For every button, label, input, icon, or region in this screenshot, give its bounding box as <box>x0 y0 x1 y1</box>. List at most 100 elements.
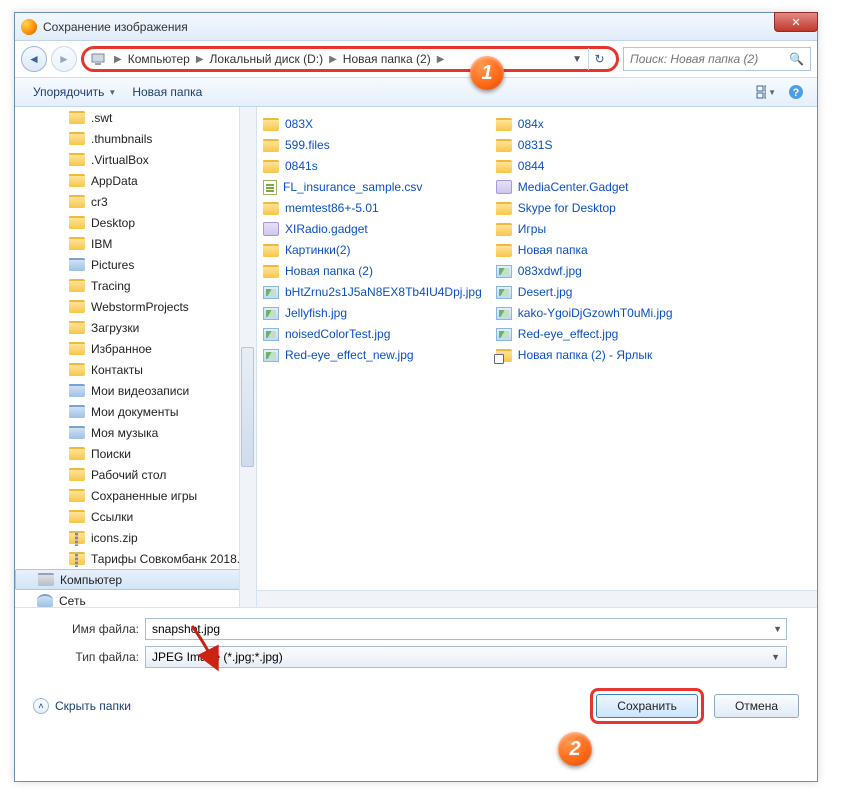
file-item[interactable]: Red-eye_effect.jpg <box>494 325 675 343</box>
filename-label: Имя файла: <box>45 622 145 636</box>
tree-item-label: Tracing <box>91 279 131 293</box>
tree-item[interactable]: icons.zip <box>15 527 256 548</box>
filename-input[interactable]: snapshot.jpg ▼ <box>145 618 787 640</box>
chevron-down-icon[interactable]: ▼ <box>773 624 782 634</box>
folder-icon <box>69 174 85 187</box>
file-item[interactable]: Новая папка (2) - Ярлык <box>494 346 675 364</box>
file-item-label: noisedColorTest.jpg <box>285 327 390 341</box>
forward-button[interactable]: ► <box>51 46 77 72</box>
tree-item[interactable]: AppData <box>15 170 256 191</box>
refresh-button[interactable]: ↻ <box>588 48 610 70</box>
tree-item-label: .VirtualBox <box>91 153 149 167</box>
address-bar[interactable]: ▶ Компьютер ▶ Локальный диск (D:) ▶ Нова… <box>81 46 619 72</box>
tree-item[interactable]: Сеть <box>15 590 256 607</box>
tree-item[interactable]: Загрузки <box>15 317 256 338</box>
tree-item-label: IBM <box>91 237 112 251</box>
lib-icon <box>69 384 85 397</box>
file-item[interactable]: 0844 <box>494 157 675 175</box>
tree-item[interactable]: Desktop <box>15 212 256 233</box>
tree-item-label: .swt <box>91 111 112 125</box>
file-item-label: 0841s <box>285 159 318 173</box>
chevron-up-icon: ˄ <box>33 698 49 714</box>
file-item[interactable]: 0831S <box>494 136 675 154</box>
organize-menu[interactable]: Упорядочить ▼ <box>25 82 124 102</box>
file-item[interactable]: 083xdwf.jpg <box>494 262 675 280</box>
file-item-label: 083X <box>285 117 313 131</box>
cancel-button[interactable]: Отмена <box>714 694 799 718</box>
tree-scrollbar[interactable] <box>239 107 256 607</box>
folder-icon <box>496 244 512 257</box>
titlebar: Сохранение изображения ✕ <box>15 13 817 41</box>
zip-icon <box>69 531 85 544</box>
search-input[interactable] <box>630 52 789 66</box>
file-item[interactable]: Игры <box>494 220 675 238</box>
tree-item[interactable]: Pictures <box>15 254 256 275</box>
help-button[interactable]: ? <box>785 82 807 102</box>
save-button[interactable]: Сохранить <box>596 694 698 718</box>
tree-item[interactable]: Сохраненные игры <box>15 485 256 506</box>
annotation-badge-1: 1 <box>470 56 504 90</box>
file-item[interactable]: 599.files <box>261 136 484 154</box>
chevron-right-icon: ▶ <box>192 54 208 65</box>
tree-item[interactable]: Ссылки <box>15 506 256 527</box>
file-list[interactable]: 083X 599.files 0841s FL_insurance_sample.cs… <box>257 107 817 607</box>
file-item[interactable]: Skype for Desktop <box>494 199 675 217</box>
address-dropdown-icon[interactable]: ▼ <box>572 54 582 65</box>
tree-item[interactable]: .VirtualBox <box>15 149 256 170</box>
files-scrollbar[interactable] <box>257 590 817 607</box>
file-item[interactable]: 084x <box>494 115 675 133</box>
tree-item[interactable]: cr3 <box>15 191 256 212</box>
back-button[interactable]: ◄ <box>21 46 47 72</box>
filetype-select[interactable]: JPEG Image (*.jpg;*.jpg) ▼ <box>145 646 787 668</box>
file-item[interactable]: 0841s <box>261 157 484 175</box>
file-item[interactable]: memtest86+-5.01 <box>261 199 484 217</box>
breadcrumb-seg[interactable]: Компьютер <box>126 52 192 66</box>
csv-icon <box>263 180 277 195</box>
folder-tree[interactable]: .swt .thumbnails .VirtualBox AppDatacr3Desk… <box>15 107 257 607</box>
file-item[interactable]: Новая папка <box>494 241 675 259</box>
breadcrumb-seg[interactable]: Локальный диск (D:) <box>208 52 326 66</box>
tree-item[interactable]: Мои видеозаписи <box>15 380 256 401</box>
file-item[interactable]: Jellyfish.jpg <box>261 304 484 322</box>
tree-item[interactable]: Tracing <box>15 275 256 296</box>
file-item[interactable]: 083X <box>261 115 484 133</box>
view-options-button[interactable]: ▼ <box>755 82 777 102</box>
tree-item[interactable]: IBM <box>15 233 256 254</box>
file-item[interactable]: FL_insurance_sample.csv <box>261 178 484 196</box>
chevron-down-icon[interactable]: ▼ <box>771 652 780 662</box>
file-item-label: Jellyfish.jpg <box>285 306 347 320</box>
file-item[interactable]: MediaCenter.Gadget <box>494 178 675 196</box>
net-icon <box>37 594 53 607</box>
tree-item[interactable]: .thumbnails <box>15 128 256 149</box>
file-item[interactable]: Red-eye_effect_new.jpg <box>261 346 484 364</box>
search-box[interactable]: 🔍 <box>623 47 811 71</box>
file-item[interactable]: noisedColorTest.jpg <box>261 325 484 343</box>
tree-item[interactable]: .swt <box>15 107 256 128</box>
tree-item[interactable]: Поиски <box>15 443 256 464</box>
new-folder-button[interactable]: Новая папка <box>124 82 210 102</box>
folder-icon <box>263 118 279 131</box>
file-item[interactable]: bHtZrnu2s1J5aN8EX8Tb4IU4Dpj.jpg <box>261 283 484 301</box>
fields-area: Имя файла: snapshot.jpg ▼ Тип файла: JPE… <box>15 607 817 678</box>
file-item[interactable]: Новая папка (2) <box>261 262 484 280</box>
file-item[interactable]: Картинки(2) <box>261 241 484 259</box>
tree-item[interactable]: Мои документы <box>15 401 256 422</box>
hide-folders-link[interactable]: ˄ Скрыть папки <box>33 698 131 714</box>
tree-item[interactable]: Компьютер <box>15 569 256 590</box>
file-item-label: 599.files <box>285 138 330 152</box>
tree-item[interactable]: Рабочий стол <box>15 464 256 485</box>
tree-item[interactable]: Тарифы Совкомбанк 2018.zip <box>15 548 256 569</box>
scrollbar-thumb[interactable] <box>241 347 254 467</box>
tree-item[interactable]: WebstormProjects <box>15 296 256 317</box>
file-item[interactable]: Desert.jpg <box>494 283 675 301</box>
tree-item[interactable]: Контакты <box>15 359 256 380</box>
file-item[interactable]: kako-YgoiDjGzowhT0uMi.jpg <box>494 304 675 322</box>
close-button[interactable]: ✕ <box>774 12 818 32</box>
chevron-right-icon: ▶ <box>433 54 449 65</box>
breadcrumb-seg[interactable]: Новая папка (2) <box>341 52 433 66</box>
file-item[interactable]: XIRadio.gadget <box>261 220 484 238</box>
search-icon[interactable]: 🔍 <box>789 52 804 66</box>
tree-item[interactable]: Избранное <box>15 338 256 359</box>
new-folder-label: Новая папка <box>132 85 202 99</box>
tree-item[interactable]: Моя музыка <box>15 422 256 443</box>
